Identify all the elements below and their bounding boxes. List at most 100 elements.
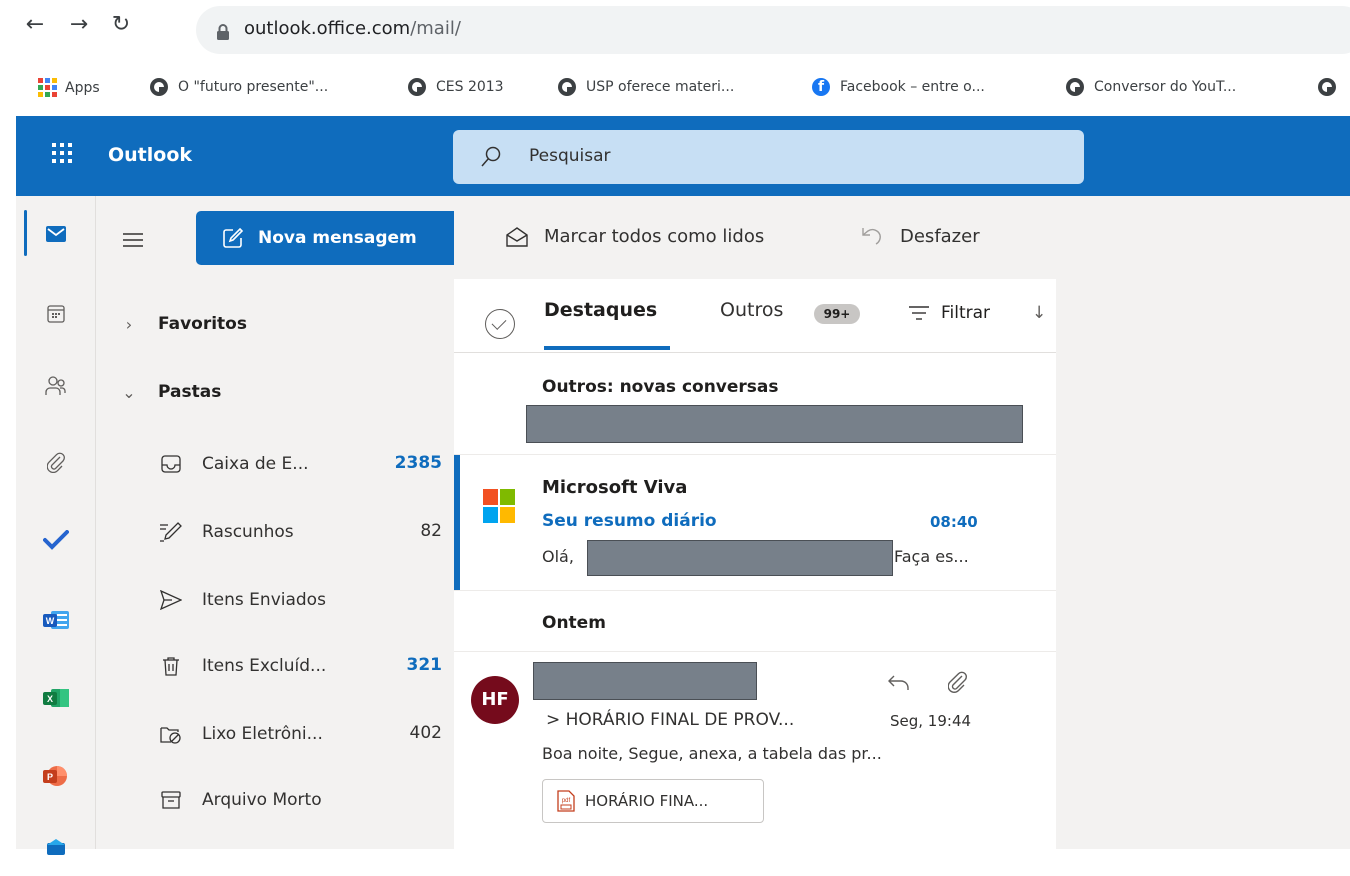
people-icon bbox=[45, 376, 66, 395]
item-count: 402 bbox=[409, 723, 442, 743]
search-input[interactable]: Pesquisar bbox=[529, 146, 611, 166]
junk-icon bbox=[158, 723, 184, 745]
avatar: HF bbox=[471, 676, 519, 724]
new-message-button[interactable]: Nova mensagem bbox=[196, 211, 463, 265]
search-box[interactable]: Pesquisar bbox=[453, 130, 1084, 184]
folder-deleted[interactable]: Itens Excluíd... 321 bbox=[158, 646, 448, 686]
folder-inbox[interactable]: Caixa de E... 2385 bbox=[158, 444, 448, 484]
globe-icon bbox=[408, 78, 426, 96]
tab-other[interactable]: Outros bbox=[720, 299, 783, 321]
bookmark-overflow[interactable] bbox=[1318, 78, 1346, 96]
bookmark-youtube-converter[interactable]: Conversor do YouT... bbox=[1066, 78, 1236, 96]
other-count-badge: 99+ bbox=[814, 304, 860, 324]
globe-icon bbox=[1066, 78, 1084, 96]
forward-arrow-icon[interactable]: → bbox=[64, 10, 94, 40]
powerpoint-app[interactable]: P bbox=[16, 744, 96, 808]
envelope-open-icon bbox=[506, 226, 528, 247]
bookmark-apps[interactable]: Apps bbox=[38, 78, 100, 97]
drafts-icon bbox=[158, 521, 184, 543]
word-app[interactable]: W bbox=[16, 588, 96, 652]
bookmark-usp[interactable]: USP oferece materi... bbox=[558, 78, 734, 96]
attachment-icon bbox=[47, 452, 65, 473]
inbox-icon bbox=[158, 453, 184, 475]
message-list: Destaques Outros 99+ Filtrar ↓ Outros: n… bbox=[454, 279, 1076, 849]
hamburger-menu-icon[interactable] bbox=[123, 233, 143, 247]
folder-junk[interactable]: Lixo Eletrôni... 402 bbox=[158, 714, 448, 754]
compose-icon bbox=[223, 227, 244, 248]
mark-all-read-button[interactable]: Marcar todos como lidos bbox=[506, 226, 764, 247]
message-preview-end: Faça es... bbox=[894, 547, 969, 566]
search-icon bbox=[481, 146, 501, 167]
mail-icon bbox=[46, 226, 66, 242]
app-partial-icon bbox=[47, 839, 65, 855]
mail-app[interactable] bbox=[16, 202, 96, 266]
excel-icon: X bbox=[43, 689, 69, 707]
app-rail: W X P bbox=[16, 196, 96, 855]
apps-grid-icon bbox=[38, 78, 57, 97]
attachment-chip[interactable]: pdf HORÁRIO FINA... bbox=[542, 779, 764, 823]
reload-icon[interactable]: ↻ bbox=[106, 10, 136, 40]
pdf-file-icon: pdf bbox=[557, 790, 575, 812]
bookmarks-bar: Apps O "futuro presente"... CES 2013 USP… bbox=[0, 70, 1350, 106]
filter-button[interactable]: Filtrar bbox=[909, 303, 990, 323]
back-arrow-icon[interactable]: ← bbox=[20, 10, 50, 40]
divider bbox=[454, 590, 1056, 591]
microsoft-logo-icon bbox=[483, 489, 515, 523]
undo-button[interactable]: Desfazer bbox=[860, 226, 980, 247]
command-bar: Marcar todos como lidos Desfazer bbox=[454, 196, 1350, 279]
redacted-block bbox=[587, 540, 893, 576]
folder-archive[interactable]: Arquivo Morto bbox=[158, 780, 448, 820]
calendar-icon bbox=[47, 305, 65, 323]
folders-section[interactable]: ⌄ Pastas bbox=[114, 382, 221, 402]
svg-text:X: X bbox=[47, 694, 53, 704]
globe-icon bbox=[558, 78, 576, 96]
message-item-viva[interactable]: Microsoft Viva Seu resumo diário 08:40 O… bbox=[454, 454, 1056, 590]
item-count: 82 bbox=[420, 521, 442, 541]
message-time: Seg, 19:44 bbox=[890, 712, 972, 730]
other-conversations-header[interactable]: Outros: novas conversas bbox=[542, 377, 779, 397]
active-tab-underline bbox=[544, 346, 670, 350]
message-preview-start: Olá, bbox=[542, 547, 574, 566]
bookmark-facebook[interactable]: f Facebook – entre o... bbox=[812, 78, 985, 96]
undo-icon bbox=[862, 227, 881, 245]
files-app[interactable] bbox=[16, 430, 96, 494]
globe-icon bbox=[1318, 78, 1336, 96]
folder-drafts[interactable]: Rascunhos 82 bbox=[158, 512, 448, 552]
new-message-label: Nova mensagem bbox=[258, 228, 417, 248]
message-sender: Microsoft Viva bbox=[542, 477, 688, 498]
app-launcher-icon[interactable] bbox=[52, 143, 72, 163]
url-text[interactable]: outlook.office.com/mail/ bbox=[244, 18, 461, 39]
more-apps[interactable] bbox=[16, 812, 96, 876]
outlook-header: Outlook Pesquisar bbox=[16, 116, 1350, 196]
group-header-yesterday[interactable]: Ontem bbox=[542, 613, 606, 633]
select-all-checkbox[interactable] bbox=[485, 309, 515, 339]
people-app[interactable] bbox=[16, 354, 96, 418]
calendar-app[interactable] bbox=[16, 282, 96, 346]
word-icon: W bbox=[43, 611, 69, 629]
todo-app[interactable] bbox=[16, 508, 96, 572]
favorites-section[interactable]: › Favoritos bbox=[114, 314, 247, 334]
selected-indicator bbox=[454, 455, 460, 590]
reply-icon[interactable] bbox=[887, 674, 911, 692]
folder-pane: Nova mensagem › Favoritos ⌄ Pastas Caixa… bbox=[96, 196, 463, 849]
browser-chrome: ← → ↻ outlook.office.com/mail/ Apps O "f… bbox=[0, 0, 1350, 116]
message-subject: > HORÁRIO FINAL DE PROV... bbox=[546, 710, 795, 730]
message-subject: Seu resumo diário bbox=[542, 511, 717, 531]
bookmark-ces-2013[interactable]: CES 2013 bbox=[408, 78, 504, 96]
lock-icon bbox=[217, 24, 229, 40]
message-time: 08:40 bbox=[930, 513, 978, 531]
reading-pane bbox=[1056, 279, 1350, 849]
unread-count: 321 bbox=[406, 655, 443, 675]
message-item-hf[interactable]: HF > HORÁRIO FINAL DE PROV... Seg, 19:44… bbox=[454, 652, 1056, 849]
chevron-down-icon: ⌄ bbox=[122, 382, 136, 402]
svg-text:P: P bbox=[47, 772, 53, 782]
svg-text:W: W bbox=[46, 616, 55, 626]
message-preview: Boa noite, Segue, anexa, a tabela das pr… bbox=[542, 744, 882, 763]
excel-app[interactable]: X bbox=[16, 666, 96, 730]
folder-sent[interactable]: Itens Enviados bbox=[158, 580, 448, 620]
powerpoint-icon: P bbox=[43, 766, 67, 786]
bookmark-futuro-presente[interactable]: O "futuro presente"... bbox=[150, 78, 328, 96]
tab-focused[interactable]: Destaques bbox=[544, 299, 657, 321]
sort-arrow-icon[interactable]: ↓ bbox=[1032, 303, 1046, 323]
app-title[interactable]: Outlook bbox=[108, 144, 192, 166]
